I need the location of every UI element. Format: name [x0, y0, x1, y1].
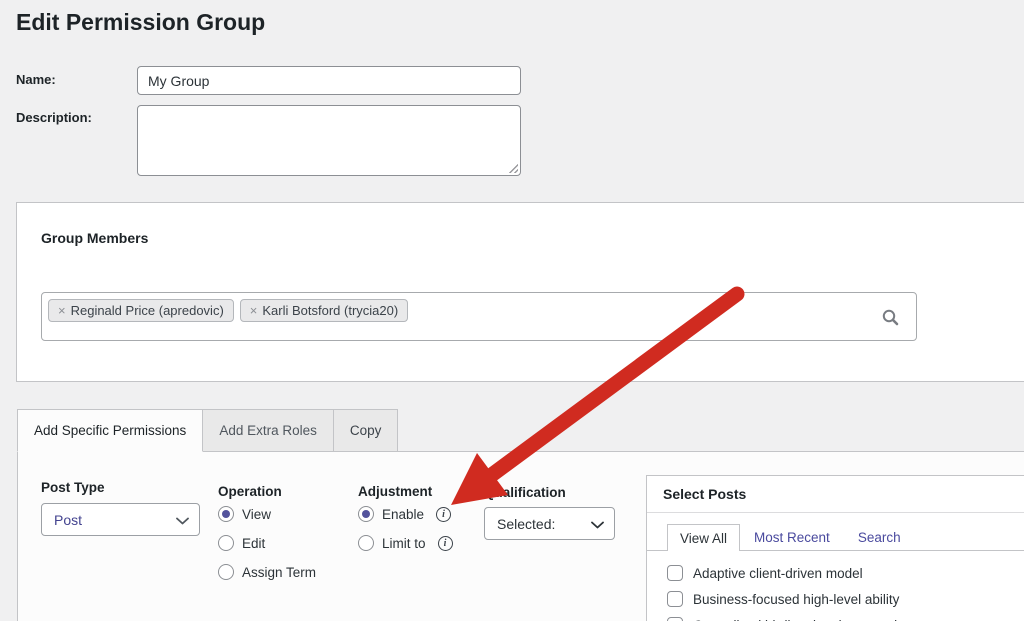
tab-copy[interactable]: Copy — [333, 409, 399, 452]
group-members-panel: Group Members × Reginald Price (apredovi… — [16, 202, 1024, 382]
tab-most-recent[interactable]: Most Recent — [740, 524, 844, 550]
tab-add-extra-roles[interactable]: Add Extra Roles — [202, 409, 334, 452]
group-members-heading: Group Members — [41, 230, 148, 246]
search-icon — [881, 308, 900, 327]
tab-search[interactable]: Search — [844, 524, 915, 550]
tab-view-all[interactable]: View All — [667, 524, 740, 551]
checkbox-icon[interactable] — [667, 591, 683, 607]
member-tag-label: Karli Botsford (trycia20) — [262, 303, 398, 318]
radio-adjustment-enable[interactable]: Enable i — [358, 506, 451, 522]
radio-operation-view[interactable]: View — [218, 506, 271, 522]
qualification-label: Qualification — [484, 485, 566, 500]
adjustment-label: Adjustment — [358, 484, 432, 499]
tab-bar: Add Specific Permissions Add Extra Roles… — [17, 409, 398, 452]
tab-add-specific-permissions[interactable]: Add Specific Permissions — [17, 409, 203, 452]
remove-member-icon[interactable]: × — [250, 303, 258, 318]
qualification-value: Selected: — [497, 516, 555, 532]
page-title: Edit Permission Group — [16, 9, 265, 36]
info-icon[interactable]: i — [436, 507, 451, 522]
radio-label[interactable]: View — [242, 507, 271, 522]
permissions-panel: Post Type Post Operation View Edit Assig… — [17, 451, 1024, 621]
remove-member-icon[interactable]: × — [58, 303, 66, 318]
radio-operation-edit[interactable]: Edit — [218, 535, 265, 551]
group-members-input[interactable]: × Reginald Price (apredovic) × Karli Bot… — [41, 292, 917, 341]
post-type-label: Post Type — [41, 480, 105, 495]
post-item-label[interactable]: Business-focused high-level ability — [693, 592, 899, 607]
post-item-label[interactable]: Adaptive client-driven model — [693, 566, 863, 581]
select-posts-panel: Select Posts View All Most Recent Search… — [646, 475, 1024, 621]
radio-icon[interactable] — [218, 535, 234, 551]
post-checkbox-row: Adaptive client-driven model — [667, 565, 863, 581]
member-tag: × Karli Botsford (trycia20) — [240, 299, 408, 322]
member-tag-label: Reginald Price (apredovic) — [71, 303, 224, 318]
description-textarea[interactable] — [137, 105, 521, 176]
checkbox-icon[interactable] — [667, 617, 683, 621]
name-value: My Group — [148, 73, 209, 89]
description-label: Description: — [16, 110, 92, 125]
radio-icon[interactable] — [358, 535, 374, 551]
select-posts-heading: Select Posts — [647, 476, 1024, 513]
chevron-down-icon — [176, 512, 189, 528]
select-posts-tab-bar: View All Most Recent Search — [647, 524, 1024, 551]
post-type-value: Post — [54, 512, 82, 528]
radio-label[interactable]: Assign Term — [242, 565, 316, 580]
radio-adjustment-limit-to[interactable]: Limit to i — [358, 535, 453, 551]
chevron-down-icon — [591, 516, 604, 532]
name-input[interactable]: My Group — [137, 66, 521, 95]
checkbox-icon[interactable] — [667, 565, 683, 581]
radio-label[interactable]: Limit to — [382, 536, 426, 551]
member-tag: × Reginald Price (apredovic) — [48, 299, 234, 322]
resize-handle-icon[interactable] — [507, 162, 518, 173]
name-label: Name: — [16, 72, 56, 87]
radio-label[interactable]: Enable — [382, 507, 424, 522]
radio-icon[interactable] — [218, 506, 234, 522]
radio-icon[interactable] — [218, 564, 234, 580]
post-checkbox-row: Business-focused high-level ability — [667, 591, 899, 607]
radio-icon[interactable] — [358, 506, 374, 522]
info-icon[interactable]: i — [438, 536, 453, 551]
post-type-select[interactable]: Post — [41, 503, 200, 536]
radio-label[interactable]: Edit — [242, 536, 265, 551]
radio-operation-assign-term[interactable]: Assign Term — [218, 564, 316, 580]
post-checkbox-row: Centralized bi-directional approach — [667, 617, 902, 621]
operation-label: Operation — [218, 484, 282, 499]
post-item-label[interactable]: Centralized bi-directional approach — [693, 618, 902, 621]
qualification-select[interactable]: Selected: — [484, 507, 615, 540]
